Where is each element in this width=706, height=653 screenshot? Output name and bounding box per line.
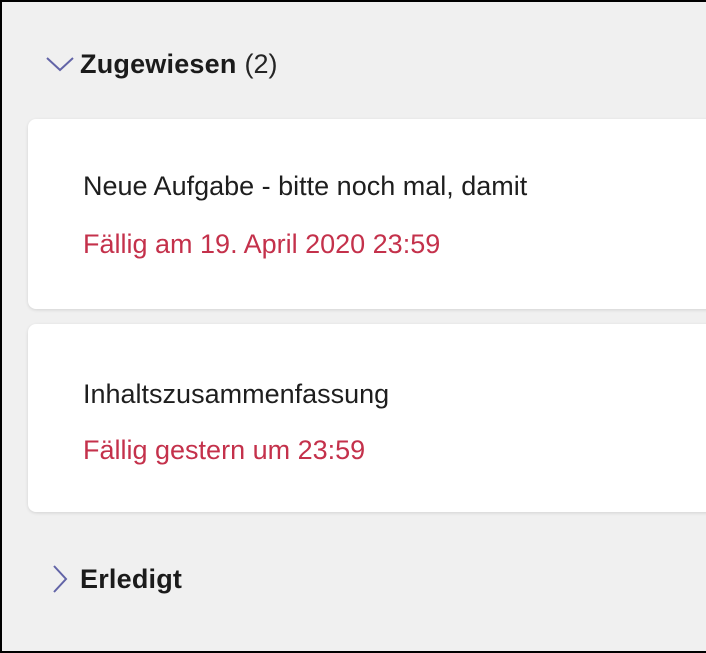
assignments-panel: Zugewiesen (2) Neue Aufgabe - bitte noch… [0,0,706,653]
assignment-card[interactable]: Neue Aufgabe - bitte noch mal, damit Fäl… [28,119,706,309]
assignment-title: Inhaltszusammenfassung [83,379,390,409]
chevron-down-icon[interactable] [40,44,80,84]
section-title-assigned: Zugewiesen [80,48,237,79]
section-title-done: Erledigt [80,563,183,594]
assignment-due-date: Fällig am 19. April 2020 23:59 [83,229,441,259]
section-header-assigned[interactable]: Zugewiesen (2) [40,42,278,86]
chevron-right-icon[interactable] [40,559,80,599]
assignment-card[interactable]: Inhaltszusammenfassung Fällig gestern um… [28,324,706,512]
section-header-done[interactable]: Erledigt [40,557,182,601]
assignment-due-date: Fällig gestern um 23:59 [83,435,366,465]
assignment-title: Neue Aufgabe - bitte noch mal, damit [83,171,528,201]
section-count-assigned: (2) [244,48,278,79]
